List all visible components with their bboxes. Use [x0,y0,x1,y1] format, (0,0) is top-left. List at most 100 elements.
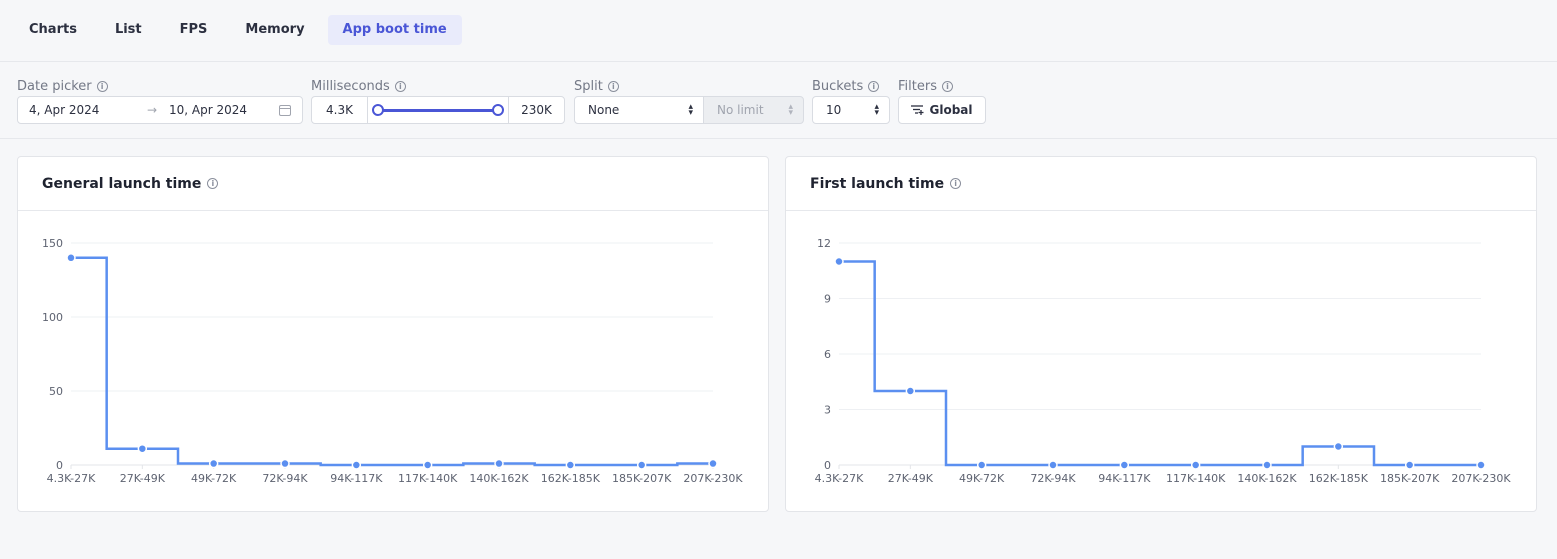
date-picker-label-row: Date picker i [17,77,108,95]
data-point [834,256,844,267]
global-label: Global [929,103,973,117]
milliseconds-group: Milliseconds i 4.3K 230K [311,77,565,124]
info-icon[interactable]: i [941,80,953,92]
filters-label: Filters [898,78,937,94]
slider-track [378,109,498,112]
data-point [137,443,148,454]
y-tick-label: 9 [824,293,831,306]
series-line [71,256,713,467]
x-tick-label: 117K-140K [398,472,458,485]
split-value: None [588,103,620,117]
series-line [839,260,1481,467]
milliseconds-range: 4.3K 230K [311,96,565,124]
data-point [708,458,718,469]
split-group: Split i None ▴ ▾ No limit ▴ ▾ [574,77,804,124]
milliseconds-label-row: Milliseconds i [311,77,406,95]
arrow-right-icon: → [147,103,158,117]
data-point [1262,460,1272,470]
filter-bar: Date picker i 4, Apr 2024 → 10, Apr 2024… [0,61,1557,139]
y-tick-label: 12 [817,237,831,250]
date-picker-label: Date picker [17,78,92,94]
info-icon[interactable]: i [607,80,619,92]
y-tick-label: 50 [49,385,63,398]
x-tick-label: 185K-207K [612,472,672,485]
data-point [1048,460,1058,470]
info-icon[interactable]: i [207,178,219,189]
x-tick-label: 140K-162K [469,472,529,485]
data-point [976,460,987,470]
y-tick-label: 0 [824,459,831,472]
filters-label-row: Filters i [898,77,953,95]
card-header: General launch time i [18,157,768,211]
date-range-input[interactable]: 4, Apr 2024 → 10, Apr 2024 [17,96,303,124]
y-tick-label: 6 [824,348,831,361]
data-point [280,458,290,469]
tab-bar: Charts List FPS Memory App boot time [0,0,1557,60]
tab-fps[interactable]: FPS [165,15,223,45]
buckets-select[interactable]: 10 ▴ ▾ [812,96,890,124]
tab-app-boot-time[interactable]: App boot time [327,15,462,45]
y-tick-label: 0 [56,459,63,472]
split-label: Split [574,78,603,94]
chart-title: First launch time [810,175,945,192]
info-icon[interactable]: i [394,80,406,92]
x-tick-label: 4.3K-27K [47,472,97,485]
x-tick-label: 27K-49K [120,472,166,485]
global-filter-button[interactable]: Global [898,96,986,124]
tab-list[interactable]: List [100,15,157,45]
x-tick-label: 72K-94K [262,472,308,485]
chevron-updown-icon: ▴ ▾ [788,102,793,118]
chart-title: General launch time [42,175,202,192]
x-tick-label: 207K-230K [1451,472,1511,485]
data-point [1404,460,1415,470]
slider-min-handle[interactable] [372,104,384,116]
x-tick-label: 94K-117K [330,472,383,485]
data-point [565,460,576,470]
filter-add-icon [911,104,924,115]
data-point [905,386,916,396]
x-tick-label: 140K-162K [1237,472,1297,485]
data-point [494,458,504,469]
x-tick-label: 207K-230K [683,472,743,485]
buckets-group: Buckets i 10 ▴ ▾ [812,77,890,124]
x-tick-label: 49K-72K [191,472,237,485]
x-tick-label: 94K-117K [1098,472,1151,485]
y-tick-label: 100 [42,311,63,324]
info-icon[interactable]: i [868,80,880,92]
tab-charts[interactable]: Charts [14,15,92,45]
start-date[interactable]: 4, Apr 2024 [29,103,147,117]
chevron-updown-icon: ▴ ▾ [874,102,879,118]
data-point [351,460,362,470]
x-tick-label: 162K-185K [541,472,601,485]
filters-group: Filters i Global [898,77,986,124]
limit-select: No limit ▴ ▾ [703,96,804,124]
x-tick-label: 185K-207K [1380,472,1440,485]
data-point [1333,441,1344,452]
x-tick-label: 117K-140K [1166,472,1226,485]
first-launch-time-chart: 0 3 6 9 12 4.3K-27K 27K-49K 49K-72K 72K-94K 94K-1… [815,237,1512,485]
chevron-updown-icon: ▴ ▾ [688,102,693,118]
end-date[interactable]: 10, Apr 2024 [169,103,279,117]
data-point [208,458,219,469]
card-header: First launch time i [786,157,1536,211]
y-tick-label: 150 [42,237,63,250]
range-slider[interactable] [368,97,508,123]
x-tick-label: 27K-49K [888,472,934,485]
info-icon[interactable]: i [950,178,962,189]
data-point [1476,460,1486,470]
data-point [636,460,647,470]
max-value-input[interactable]: 230K [508,97,564,123]
x-tick-label: 4.3K-27K [815,472,865,485]
general-launch-time-chart: 0 50 100 150 4.3K-27K 27K-49K 49K-72K 72K-94K 94… [42,237,743,485]
slider-max-handle[interactable] [492,104,504,116]
info-icon[interactable]: i [96,80,108,92]
limit-value: No limit [717,103,764,117]
calendar-icon[interactable] [279,104,291,116]
chart-card-first-launch-time: First launch time i 0 3 6 9 12 4.3K-27K 27K-49… [785,156,1537,512]
min-value-input[interactable]: 4.3K [312,97,368,123]
x-tick-label: 162K-185K [1309,472,1369,485]
split-select[interactable]: None ▴ ▾ [574,96,704,124]
tab-memory[interactable]: Memory [230,15,319,45]
data-point [66,253,76,263]
buckets-label-row: Buckets i [812,77,880,95]
